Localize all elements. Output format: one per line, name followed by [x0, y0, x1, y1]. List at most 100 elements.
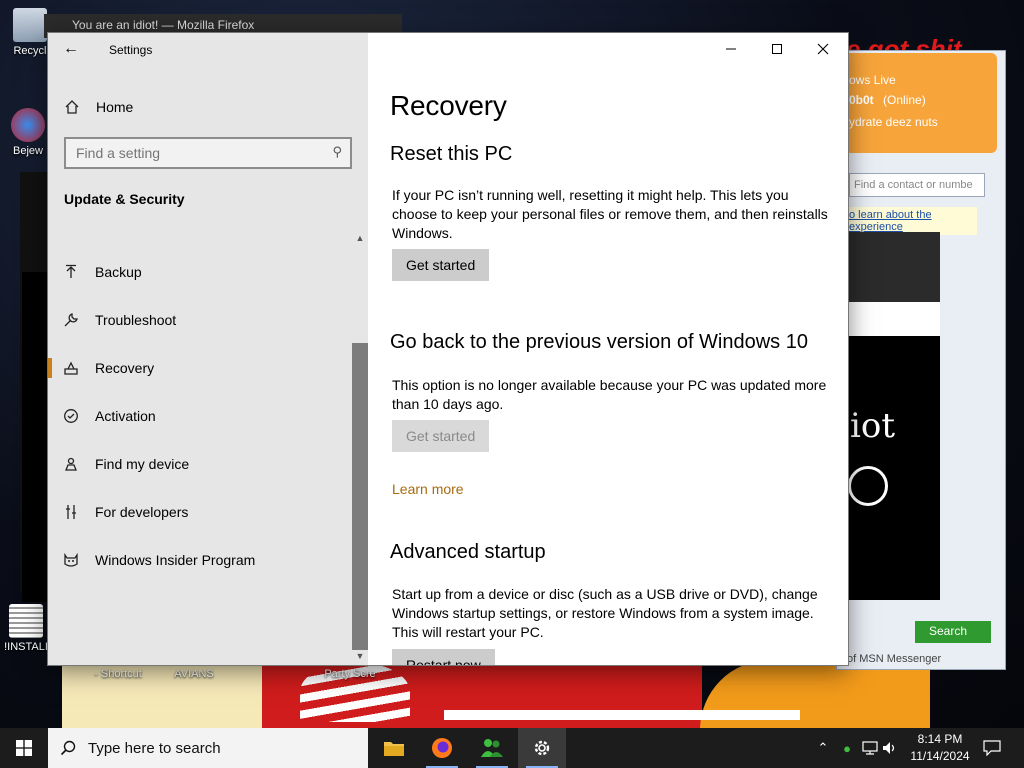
nav-home-label: Home — [96, 99, 134, 115]
chevron-up-icon: ⌃ — [817, 740, 829, 755]
notification-icon — [983, 740, 1001, 756]
maximize-icon — [772, 44, 782, 54]
idiot-window-titlebar — [848, 232, 940, 302]
taskbar: Type here to search ⌃ ● 8:14 PM 11/14/20… — [0, 728, 1024, 768]
idiot-window-toolbar — [848, 302, 940, 336]
back-arrow-icon: ← — [63, 40, 79, 57]
msn-username: 0b0t — [849, 93, 874, 107]
msn-title: ows Live — [849, 73, 896, 87]
reset-pc-description: If your PC isn’t running well, resetting… — [392, 187, 828, 241]
nav-item-for-developers[interactable]: For developers — [48, 492, 352, 532]
close-button[interactable] — [800, 33, 846, 65]
tray-volume[interactable] — [880, 728, 900, 768]
nav-item-label: For developers — [95, 504, 189, 520]
action-center-button[interactable] — [980, 728, 1004, 768]
settings-window: ← Settings Home ⚲ Update & Security Back… — [48, 33, 848, 665]
windows-logo-icon — [16, 740, 32, 756]
insider-cat-icon — [63, 552, 95, 568]
minimize-button[interactable] — [708, 33, 754, 65]
desktop-icon-label: Bejew — [13, 145, 43, 157]
msn-learn-link[interactable]: o learn about the experience — [847, 207, 977, 235]
backup-icon — [63, 264, 95, 280]
tray-network[interactable] — [860, 728, 880, 768]
taskbar-file-explorer[interactable] — [370, 728, 418, 768]
msn-status-panel: ows Live 0b0t (Online) ydrate deez nuts — [837, 53, 997, 153]
nav-item-find-my-device[interactable]: Find my device — [48, 444, 352, 484]
page-title: Recovery — [390, 90, 507, 121]
clock-time: 8:14 PM — [917, 732, 963, 746]
desktop-shortcut[interactable]: - Shortcut — [88, 668, 148, 680]
nav-item-label: Windows Insider Program — [95, 552, 256, 568]
taskbar-msn-messenger[interactable] — [468, 728, 516, 768]
msn-personal-message[interactable]: ydrate deez nuts — [849, 115, 938, 129]
scroll-thumb[interactable] — [352, 343, 368, 650]
nav-item-label: Troubleshoot — [95, 312, 177, 328]
find-setting-box[interactable]: ⚲ — [64, 137, 352, 169]
taskbar-search-placeholder: Type here to search — [88, 739, 221, 757]
nav-item-activation[interactable]: Activation — [48, 396, 352, 436]
advanced-startup-heading: Advanced startup — [390, 541, 546, 563]
install-shortcut[interactable]: !INSTALI — [0, 604, 52, 653]
search-icon — [60, 740, 76, 756]
section-title: Update & Security — [64, 191, 185, 207]
nav-item-backup[interactable]: Backup — [48, 252, 352, 292]
person-locate-icon — [63, 456, 95, 472]
scroll-up-icon[interactable]: ▲ — [352, 233, 368, 243]
nav-item-windows-insider[interactable]: Windows Insider Program — [48, 540, 352, 580]
find-setting-input[interactable] — [76, 145, 316, 161]
msn-tray-icon: ● — [843, 740, 851, 756]
taskbar-search-box[interactable]: Type here to search — [48, 728, 368, 768]
taskbar-settings[interactable] — [518, 728, 566, 768]
desktop-icon-label: Recycl — [13, 45, 47, 57]
taskbar-clock[interactable]: 8:14 PM 11/14/2024 — [900, 731, 980, 765]
go-back-get-started-button: Get started — [392, 420, 490, 452]
start-button[interactable] — [0, 728, 48, 768]
nav-home[interactable]: Home — [64, 95, 133, 119]
background-window — [20, 172, 50, 602]
tray-msn[interactable]: ● — [836, 728, 858, 768]
window-title: You are an idiot! — Mozilla Firefox — [72, 18, 255, 32]
idiot-text: iot — [850, 406, 896, 446]
go-back-heading: Go back to the previous version of Windo… — [390, 331, 808, 353]
msn-find-contact-input[interactable]: Find a contact or numbe — [849, 173, 985, 197]
wrench-icon — [63, 312, 95, 328]
msn-messenger-icon — [481, 739, 503, 757]
search-icon[interactable]: ⚲ — [332, 144, 342, 160]
restart-now-button[interactable]: Restart now — [392, 649, 495, 665]
nav-scrollbar[interactable]: ▲ ▼ — [352, 233, 368, 665]
text-file-icon — [9, 604, 43, 638]
go-back-description: This option is no longer available becau… — [392, 377, 827, 412]
settings-nav-pane: ← Settings Home ⚲ Update & Security Back… — [48, 33, 368, 665]
msn-user: 0b0t (Online) — [849, 93, 926, 107]
reset-get-started-button[interactable]: Get started — [392, 249, 490, 281]
idiot-window[interactable]: iot — [848, 232, 940, 600]
window-title: Settings — [109, 43, 153, 57]
msn-search-button[interactable]: Search — [915, 621, 991, 643]
bejeweled-shortcut[interactable]: Bejew — [2, 108, 54, 157]
check-circle-icon — [63, 408, 95, 424]
back-button[interactable]: ← — [48, 33, 94, 65]
recovery-icon — [63, 360, 95, 376]
nav-item-label: Activation — [95, 408, 156, 424]
avians-shortcut[interactable]: AVIANS — [168, 668, 220, 680]
msn-online-status[interactable]: (Online) — [883, 93, 926, 107]
taskbar-firefox[interactable] — [418, 728, 466, 768]
speaker-icon — [883, 742, 895, 754]
learn-more-link[interactable]: Learn more — [392, 481, 464, 497]
reset-pc-heading: Reset this PC — [390, 143, 513, 165]
nav-item-recovery[interactable]: Recovery — [48, 348, 352, 388]
nav-item-label: Find my device — [95, 456, 190, 472]
desktop-icon-label: - Shortcut — [94, 668, 142, 680]
msn-footer: of MSN Messenger — [847, 653, 942, 665]
nav-item-label: Backup — [95, 264, 142, 280]
party-screen-shortcut[interactable]: Party Scre — [318, 668, 382, 680]
bejeweled-icon — [11, 108, 45, 142]
maximize-button[interactable] — [754, 33, 800, 65]
scroll-down-icon[interactable]: ▼ — [352, 651, 368, 661]
nav-item-troubleshoot[interactable]: Troubleshoot — [48, 300, 352, 340]
desktop-icon-label: !INSTALI — [4, 641, 48, 653]
firefox-icon — [432, 738, 452, 758]
minimize-icon — [726, 48, 736, 50]
recycle-bin-icon — [13, 8, 47, 42]
show-hidden-icons-button[interactable]: ⌃ — [812, 728, 834, 768]
